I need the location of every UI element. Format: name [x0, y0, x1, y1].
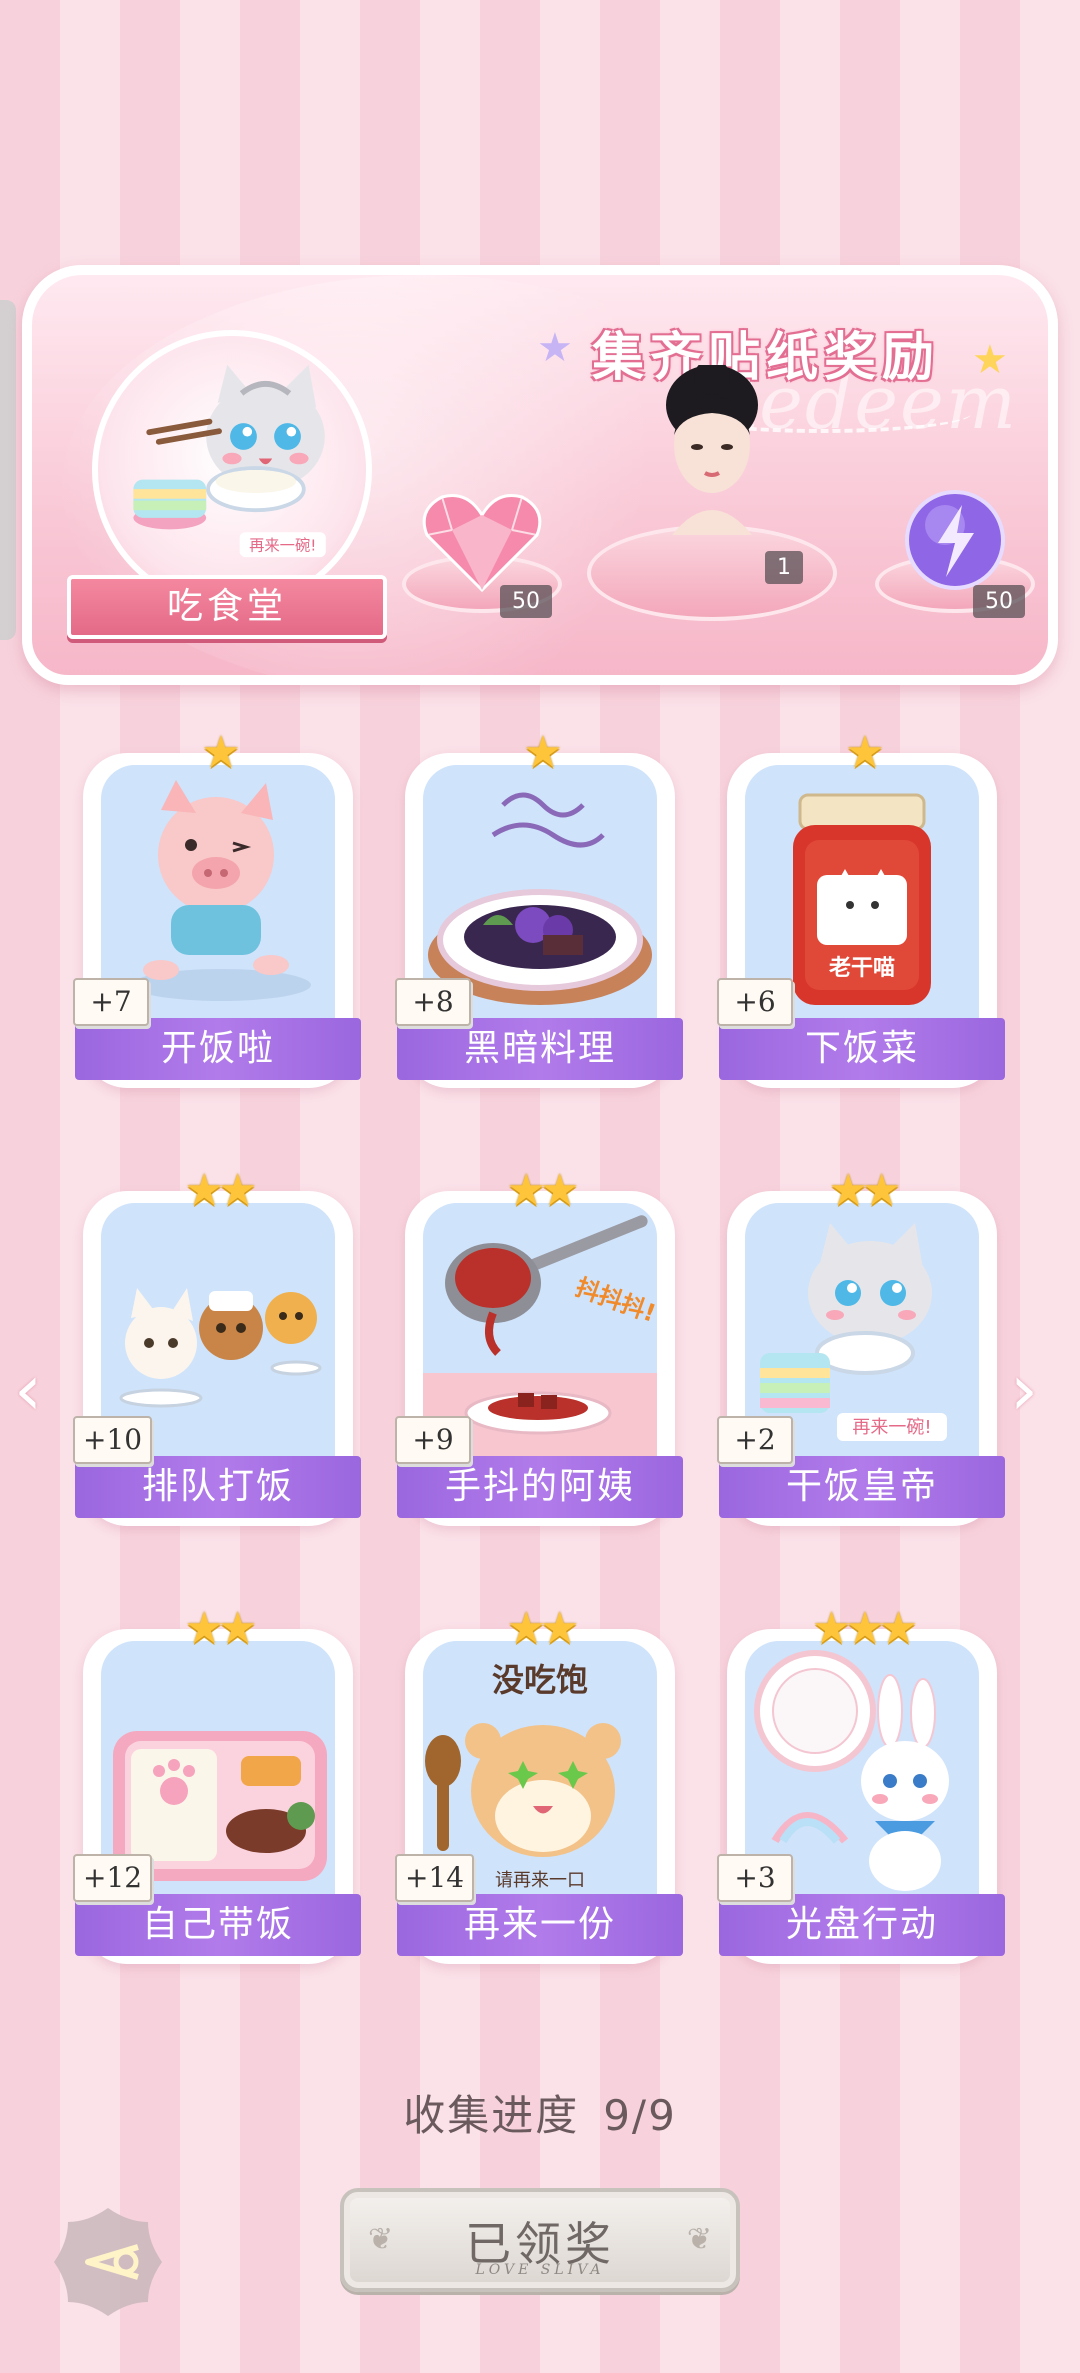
- claimed-reward-button[interactable]: ❦ ❦ 已领奖 LOVE SLIVA: [340, 2188, 740, 2292]
- pink-heart-gem-icon: [422, 494, 542, 593]
- cat-eating-illustration: 再来一碗!: [133, 364, 326, 558]
- reward-character-portrait[interactable]: 1: [587, 365, 847, 645]
- star-icon: ★: [972, 337, 1008, 383]
- card-bonus-tag: +14: [395, 1854, 475, 1902]
- rarity-stars: ★: [523, 727, 562, 778]
- chevron-left-icon[interactable]: ‹: [14, 1355, 54, 1425]
- card-bonus-tag: +8: [395, 978, 471, 1026]
- chevron-right-icon[interactable]: ›: [1010, 1355, 1050, 1425]
- reward-banner: Redeem ★ ★ 集齐贴纸奖励 再来一碗! 吃食堂 50 1 50: [22, 265, 1058, 685]
- side-drawer-handle[interactable]: [0, 300, 16, 640]
- card-title: 排队打饭: [75, 1456, 361, 1518]
- svg-text:老干喵: 老干喵: [828, 956, 895, 981]
- card-title: 干饭皇帝: [719, 1456, 1005, 1518]
- svg-text:再来一碗!: 再来一碗!: [249, 536, 316, 554]
- progress-label: 收集进度: [403, 2091, 580, 2140]
- sticker-card[interactable]: ★★ 排队打饭 +10: [73, 1165, 361, 1526]
- rarity-stars: ★: [845, 727, 884, 778]
- sticker-card[interactable]: 再来一碗! ★★ 干饭皇帝 +2: [717, 1165, 1005, 1526]
- canteen-medallion: 再来一碗!: [92, 330, 372, 610]
- sticker-card[interactable]: 老干喵 ★ 下饭菜 +6: [717, 727, 1005, 1088]
- character-portrait: [666, 365, 758, 535]
- card-title: 下饭菜: [719, 1018, 1005, 1080]
- card-title: 光盘行动: [719, 1894, 1005, 1956]
- reward-count: 50: [973, 585, 1025, 618]
- svg-text:没吃饱: 没吃饱: [492, 1661, 588, 1699]
- card-bonus-tag: +3: [717, 1854, 793, 1902]
- card-title: 自己带饭: [75, 1894, 361, 1956]
- rarity-stars: ★★★: [811, 1603, 918, 1654]
- reward-heart-gem[interactable]: 50: [402, 485, 562, 625]
- card-bonus-tag: +9: [395, 1416, 471, 1464]
- back-button[interactable]: [48, 2202, 168, 2322]
- sticker-card[interactable]: ★★ 自己带饭 +12: [73, 1603, 361, 1964]
- star-icon: ★: [537, 325, 573, 371]
- rarity-stars: ★★: [828, 1165, 902, 1216]
- back-arrow-icon: [54, 2208, 162, 2316]
- sticker-card[interactable]: 抖抖抖! ★★ 手抖的阿姨 +9: [395, 1165, 683, 1526]
- claim-button-sub: LOVE SLIVA: [475, 2262, 605, 2278]
- sticker-card[interactable]: ★ 黑暗料理 +8: [395, 727, 683, 1088]
- purple-lightning-orb-icon: [905, 490, 1005, 590]
- svg-text:抖抖抖!: 抖抖抖!: [572, 1273, 657, 1328]
- collection-progress: 收集进度 9/9: [0, 2082, 1080, 2143]
- card-bonus-tag: +7: [73, 978, 149, 1026]
- rarity-stars: ★★: [184, 1603, 258, 1654]
- card-title: 开饭啦: [75, 1018, 361, 1080]
- card-bonus-tag: +12: [73, 1854, 153, 1902]
- sticker-card[interactable]: 没吃饱 请再来一口 ★★ 再来一份 +14: [395, 1603, 683, 1964]
- sticker-card[interactable]: ★ 开饭啦 +7: [73, 727, 361, 1088]
- rarity-stars: ★★: [506, 1603, 580, 1654]
- card-title: 再来一份: [397, 1894, 683, 1956]
- card-bonus-tag: +2: [717, 1416, 793, 1464]
- card-bonus-tag: +10: [73, 1416, 153, 1464]
- reward-count: 1: [765, 551, 803, 584]
- svg-text:再来一碗!: 再来一碗!: [852, 1417, 931, 1438]
- card-title: 黑暗料理: [397, 1018, 683, 1080]
- svg-text:请再来一口: 请再来一口: [495, 1870, 585, 1891]
- reward-count: 50: [500, 585, 552, 618]
- reward-lightning-orb[interactable]: 50: [875, 485, 1035, 625]
- sticker-card[interactable]: ★★★ 光盘行动 +3: [717, 1603, 1005, 1964]
- rarity-stars: ★★: [184, 1165, 258, 1216]
- medallion-label: 吃食堂: [67, 575, 387, 639]
- card-bonus-tag: +6: [717, 978, 793, 1026]
- progress-value: 9/9: [603, 2091, 677, 2140]
- card-title: 手抖的阿姨: [397, 1456, 683, 1518]
- rarity-stars: ★: [201, 727, 240, 778]
- rarity-stars: ★★: [506, 1165, 580, 1216]
